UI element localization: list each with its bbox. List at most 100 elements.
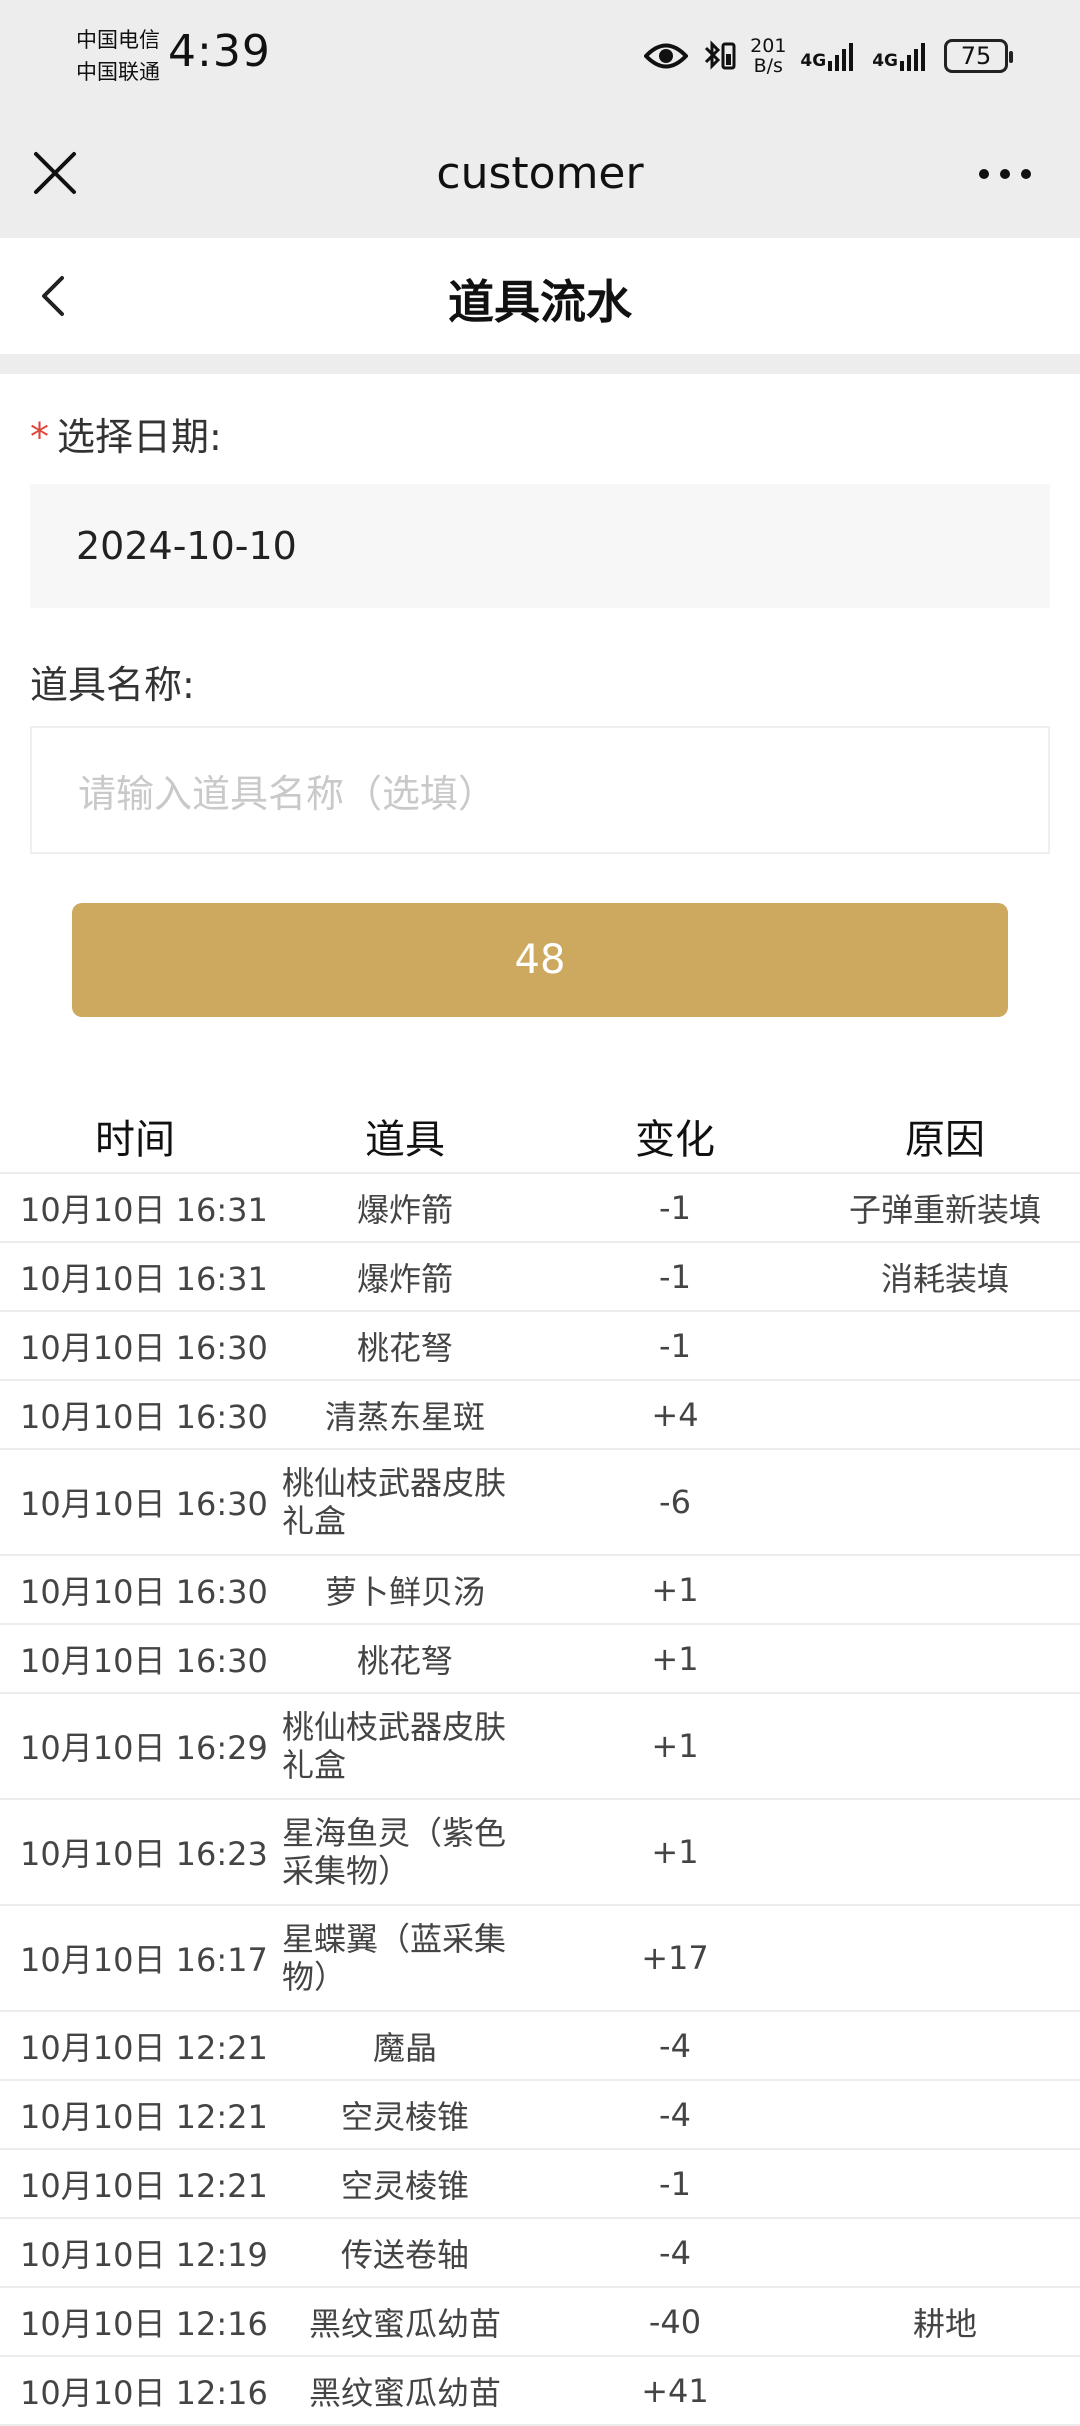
network-speed: 201 B/s: [750, 36, 786, 76]
cell-change: +1: [651, 1833, 699, 1871]
status-icons: 201 B/s 4G 4G 75: [644, 34, 1013, 78]
header-time: 时间: [95, 1117, 175, 1163]
more-icon[interactable]: [978, 162, 1032, 186]
cell-time: 10月10日 16:29: [20, 1729, 268, 1767]
cell-change: -1: [659, 2164, 691, 2203]
cell-time: 10月10日 16:30: [20, 1641, 268, 1680]
cell-change: +17: [641, 1939, 709, 1977]
page-header: 道具流水: [0, 238, 1080, 354]
cell-item: 桃花弩: [356, 1328, 453, 1367]
table-row: 10月10日 16:17 星蝶翼（蓝采集物） +17: [0, 1906, 1080, 2012]
cell-time: 10月10日 16:30: [20, 1485, 268, 1523]
cell-change: -1: [659, 1326, 691, 1365]
status-time: 4:39: [168, 26, 271, 77]
cell-time: 10月10日 16:23: [20, 1835, 268, 1873]
cell-time: 10月10日 16:17: [20, 1941, 268, 1979]
cell-change: +1: [651, 1727, 699, 1765]
table-row: 10月10日 16:30 清蒸东星斑 +4: [0, 1381, 1080, 1450]
cell-item: 星蝶翼（蓝采集物）: [282, 1920, 507, 1996]
cell-item: 黑纹蜜瓜幼苗: [308, 2304, 501, 2343]
table-row: 10月10日 16:30 桃花弩 -1: [0, 1312, 1080, 1381]
table-row: 10月10日 12:16 黑纹蜜瓜幼苗 +41: [0, 2357, 1080, 2426]
table-row: 10月10日 16:29 桃仙枝武器皮肤礼盒 +1: [0, 1694, 1080, 1800]
nav-title: customer: [436, 148, 644, 199]
cell-time: 10月10日 16:30: [20, 1328, 268, 1367]
bluetooth-battery-icon: [705, 40, 736, 70]
date-label: * 选择日期:: [30, 406, 222, 461]
battery-indicator: 75: [944, 39, 1013, 73]
cell-item: 空灵棱锥: [340, 2097, 469, 2136]
date-label-text: 选择日期:: [57, 415, 222, 459]
table-row: 10月10日 16:31 爆炸箭 -1 子弹重新装填: [0, 1174, 1080, 1243]
page-title: 道具流水: [448, 275, 632, 329]
item-name-input[interactable]: 请输入道具名称（选填）: [30, 726, 1050, 854]
cell-item: 黑纹蜜瓜幼苗: [308, 2373, 501, 2412]
cell-time: 10月10日 16:30: [20, 1397, 268, 1436]
speed-value: 201: [750, 35, 787, 57]
cell-change: +41: [641, 2371, 709, 2410]
cell-time: 10月10日 12:16: [20, 2304, 268, 2343]
item-name-label: 道具名称:: [30, 663, 195, 707]
cell-change: -4: [659, 2233, 691, 2272]
cell-item: 空灵棱锥: [340, 2166, 469, 2205]
carrier-1: 中国电信: [76, 28, 160, 52]
header-change: 变化: [635, 1117, 715, 1163]
cell-time: 10月10日 12:21: [20, 2028, 268, 2067]
table-row: 10月10日 16:31 爆炸箭 -1 消耗装填: [0, 1243, 1080, 1312]
submit-button[interactable]: 48: [72, 903, 1008, 1017]
table-row: 10月10日 12:21 空灵棱锥 -1: [0, 2150, 1080, 2219]
nav-bar: customer: [0, 118, 1080, 238]
table-row: 10月10日 12:21 魔晶 -4: [0, 2012, 1080, 2081]
cell-time: 10月10日 16:30: [20, 1572, 268, 1611]
cell-change: +4: [651, 1395, 699, 1434]
status-bar: 中国电信 中国联通 4:39 201 B/s 4G 4G 75: [0, 0, 1080, 118]
cell-item: 萝卜鲜贝汤: [324, 1572, 485, 1611]
network-type-1: 4G: [800, 51, 827, 71]
carrier-2: 中国联通: [76, 60, 160, 84]
network-type-2: 4G: [872, 51, 898, 71]
cell-time: 10月10日 12:19: [20, 2235, 268, 2274]
cell-time: 10月10日 16:31: [20, 1259, 268, 1298]
table-row: 10月10日 16:23 星海鱼灵（紫色采集物） +1: [0, 1800, 1080, 1906]
cell-item: 爆炸箭: [356, 1259, 453, 1298]
cell-change: +1: [651, 1639, 699, 1678]
table-header: 时间 道具 变化 原因: [0, 1100, 1080, 1174]
cell-item: 爆炸箭: [356, 1190, 453, 1229]
signal-1: 4G: [800, 41, 858, 71]
speed-unit: B/s: [753, 55, 783, 77]
eye-icon: [644, 43, 689, 69]
header-reason: 原因: [905, 1117, 985, 1163]
cell-item: 桃仙枝武器皮肤礼盒: [282, 1464, 507, 1540]
table-row: 10月10日 16:30 桃花弩 +1: [0, 1625, 1080, 1694]
cell-change: -6: [659, 1483, 691, 1521]
cell-time: 10月10日 12:21: [20, 2166, 268, 2205]
cell-item: 桃花弩: [356, 1641, 453, 1680]
cell-item: 桃仙枝武器皮肤礼盒: [282, 1708, 507, 1784]
cell-time: 10月10日 12:16: [20, 2373, 268, 2412]
table-row: 10月10日 12:16 黑纹蜜瓜幼苗 -40 耕地: [0, 2288, 1080, 2357]
cell-item: 清蒸东星斑: [324, 1397, 485, 1436]
cell-change: +1: [651, 1570, 699, 1609]
signal-bars-icon: [828, 43, 854, 71]
cell-reason: 子弹重新装填: [848, 1190, 1041, 1229]
cell-item: 魔晶: [372, 2028, 437, 2067]
table-row: 10月10日 16:30 桃仙枝武器皮肤礼盒 -6: [0, 1450, 1080, 1556]
carrier-info: 中国电信 中国联通: [76, 24, 160, 88]
required-mark: *: [30, 415, 49, 459]
section-divider: [0, 354, 1080, 374]
date-picker[interactable]: 2024-10-10: [30, 484, 1050, 608]
records-table: 时间 道具 变化 原因 10月10日 16:31 爆炸箭 -1 子弹重新装填 1…: [0, 1100, 1080, 2426]
cell-change: -4: [659, 2026, 691, 2065]
cell-change: -4: [659, 2095, 691, 2134]
cell-reason: 耕地: [912, 2304, 977, 2343]
cell-change: -40: [648, 2302, 702, 2341]
cell-change: -1: [659, 1257, 691, 1296]
cell-change: -1: [659, 1188, 691, 1227]
cell-item: 传送卷轴: [340, 2235, 469, 2274]
signal-2: 4G: [872, 41, 930, 71]
table-row: 10月10日 12:19 传送卷轴 -4: [0, 2219, 1080, 2288]
table-row: 10月10日 16:30 萝卜鲜贝汤 +1: [0, 1556, 1080, 1625]
cell-item: 星海鱼灵（紫色采集物）: [282, 1814, 507, 1890]
header-item: 道具: [365, 1117, 445, 1163]
signal-bars-icon: [900, 43, 925, 71]
